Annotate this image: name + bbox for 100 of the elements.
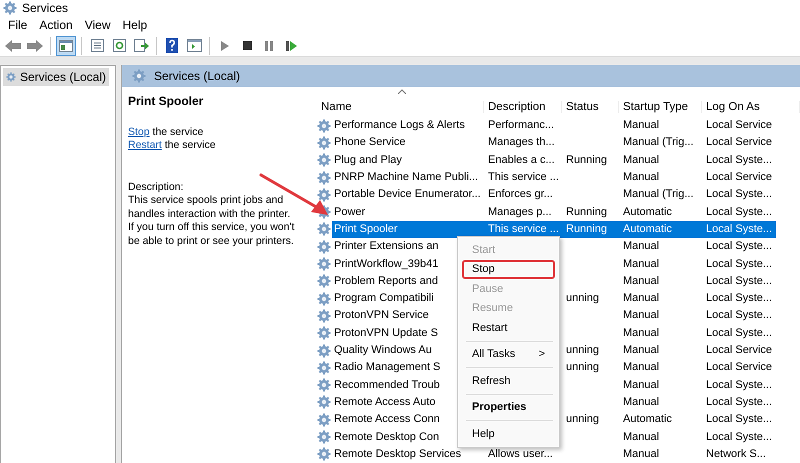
pause-icon <box>265 40 273 51</box>
table-cell-text: Running <box>565 152 608 168</box>
table-cell-text: Allows user... <box>487 446 554 462</box>
stop-icon <box>242 41 252 50</box>
table-cell-text: Local Syste... <box>705 239 774 254</box>
menu-item[interactable]: All Tasks > <box>462 344 555 364</box>
description-label: Description: <box>128 180 184 194</box>
column-header[interactable]: Description <box>484 101 562 114</box>
table-cell-text: Local Service <box>705 360 774 376</box>
table-cell-text: Local Service <box>705 170 774 186</box>
table-cell-text: Manual <box>622 291 660 306</box>
column-header[interactable]: Log On As <box>702 101 800 114</box>
action-link[interactable]: Stop <box>128 126 150 138</box>
service-name[interactable]: Plug and Play <box>332 152 484 169</box>
service-name[interactable]: Portable Device Enumerator... <box>332 186 484 204</box>
submenu-mark: > <box>538 348 545 360</box>
menu-item[interactable]: Properties <box>462 398 555 417</box>
table-cell-text: Manual (Trig... <box>622 187 695 202</box>
gear-icon <box>6 70 16 84</box>
menu-item[interactable]: Restart <box>462 318 555 338</box>
column-header[interactable]: Name <box>317 101 484 114</box>
table-cell: Local Syste... <box>702 220 776 238</box>
window-title: Services <box>22 0 68 15</box>
menu-item[interactable]: Stop <box>462 260 555 279</box>
table-cell-text: This service ... <box>487 170 560 186</box>
table-cell-text: Running <box>565 204 608 220</box>
table-cell-text: Manual <box>622 378 660 393</box>
table-cell-text: Local Syste... <box>705 308 774 324</box>
table-cell-text: Manual <box>622 360 660 376</box>
table-cell-text: Manual <box>622 256 660 272</box>
service-name[interactable]: Remote Desktop Services <box>332 446 484 463</box>
table-cell-text: Local Syste... <box>705 152 774 168</box>
table-cell-text: Manages p... <box>487 204 553 220</box>
table-cell-text: Local Syste... <box>705 326 774 341</box>
gear-icon <box>317 170 331 185</box>
gear-icon <box>317 257 331 272</box>
table-cell: Automatic <box>619 220 702 238</box>
table-cell-text: Local Service <box>705 343 774 358</box>
table-cell-text: Enables a c... <box>487 152 556 168</box>
table-cell-text: unning <box>565 412 600 428</box>
play-icon <box>221 40 229 51</box>
table-cell: Running <box>562 220 619 238</box>
help-icon <box>166 38 178 54</box>
service-name[interactable]: Power <box>332 204 484 221</box>
menu-item[interactable]: Help <box>116 18 154 32</box>
column-header[interactable]: Startup Type <box>619 101 702 114</box>
action-text: the service <box>164 139 216 152</box>
table-cell: This service ... <box>484 220 562 238</box>
gear-icon <box>317 360 331 375</box>
gear-icon <box>317 308 331 323</box>
menu-item[interactable]: View <box>78 18 116 32</box>
menu-item[interactable]: File <box>2 18 34 32</box>
gear-icon <box>317 153 331 168</box>
service-name[interactable]: Performance Logs & Alerts <box>332 117 484 134</box>
table-cell-text: Manual <box>622 152 660 168</box>
tree-item[interactable]: Services (Local) <box>3 68 109 86</box>
table-cell-text: Local Syste... <box>705 412 774 428</box>
panel-icon <box>59 40 73 52</box>
table-cell-text: Local Syste... <box>705 274 774 289</box>
gear-icon <box>3 0 17 15</box>
description-text: This service spools print jobs and handles interaction with the printer. If you turn off this service, you won't be able to print or see your printers. <box>128 194 296 248</box>
table-cell-text: Manual <box>622 343 660 358</box>
table-cell-text: Manual <box>622 394 660 410</box>
pane-title: Services (Local) <box>154 69 240 84</box>
table-cell-text: Local Syste... <box>705 291 774 306</box>
gear-icon <box>317 240 331 254</box>
gear-icon <box>317 326 331 340</box>
gear-icon <box>317 274 331 288</box>
menu-item[interactable]: Action <box>33 18 79 32</box>
service-name[interactable]: PNRP Machine Name Publi... <box>332 169 484 186</box>
gear-icon <box>317 118 331 133</box>
service-name[interactable]: Print Spooler <box>332 220 484 238</box>
gear-icon <box>317 292 331 306</box>
gear-icon <box>317 136 331 150</box>
table-cell-text: Manual <box>622 274 660 289</box>
table-cell-text: Manual <box>622 430 660 445</box>
back-arrow-icon <box>5 40 21 52</box>
table-cell-text: Local Syste... <box>705 187 774 202</box>
export-icon <box>134 39 148 52</box>
gear-icon <box>317 222 331 236</box>
gear-icon <box>317 447 331 462</box>
service-title: Print Spooler <box>128 95 204 109</box>
table-cell-text: Performanc... <box>487 118 556 134</box>
table-cell-text: unning <box>565 291 600 306</box>
table-cell-text: unning <box>565 360 600 376</box>
column-header[interactable]: Status <box>562 101 619 114</box>
table-cell-text: Manual <box>622 326 660 341</box>
gear-icon <box>132 69 146 84</box>
table-cell-text: Manual (Trig... <box>622 135 695 150</box>
menu-item[interactable]: Refresh <box>462 371 555 390</box>
gear-icon <box>317 188 331 202</box>
table-cell-text: unning <box>565 343 600 358</box>
menu-item[interactable]: Help <box>462 424 555 444</box>
service-name[interactable]: Phone Service <box>332 134 484 152</box>
table-cell-text: Local Service <box>705 135 774 150</box>
resume-icon <box>286 40 296 51</box>
gear-icon <box>317 412 331 427</box>
table-cell-text: Local Syste... <box>705 430 774 445</box>
action-link[interactable]: Restart <box>128 139 162 152</box>
table-cell-text: Manual <box>622 170 660 186</box>
